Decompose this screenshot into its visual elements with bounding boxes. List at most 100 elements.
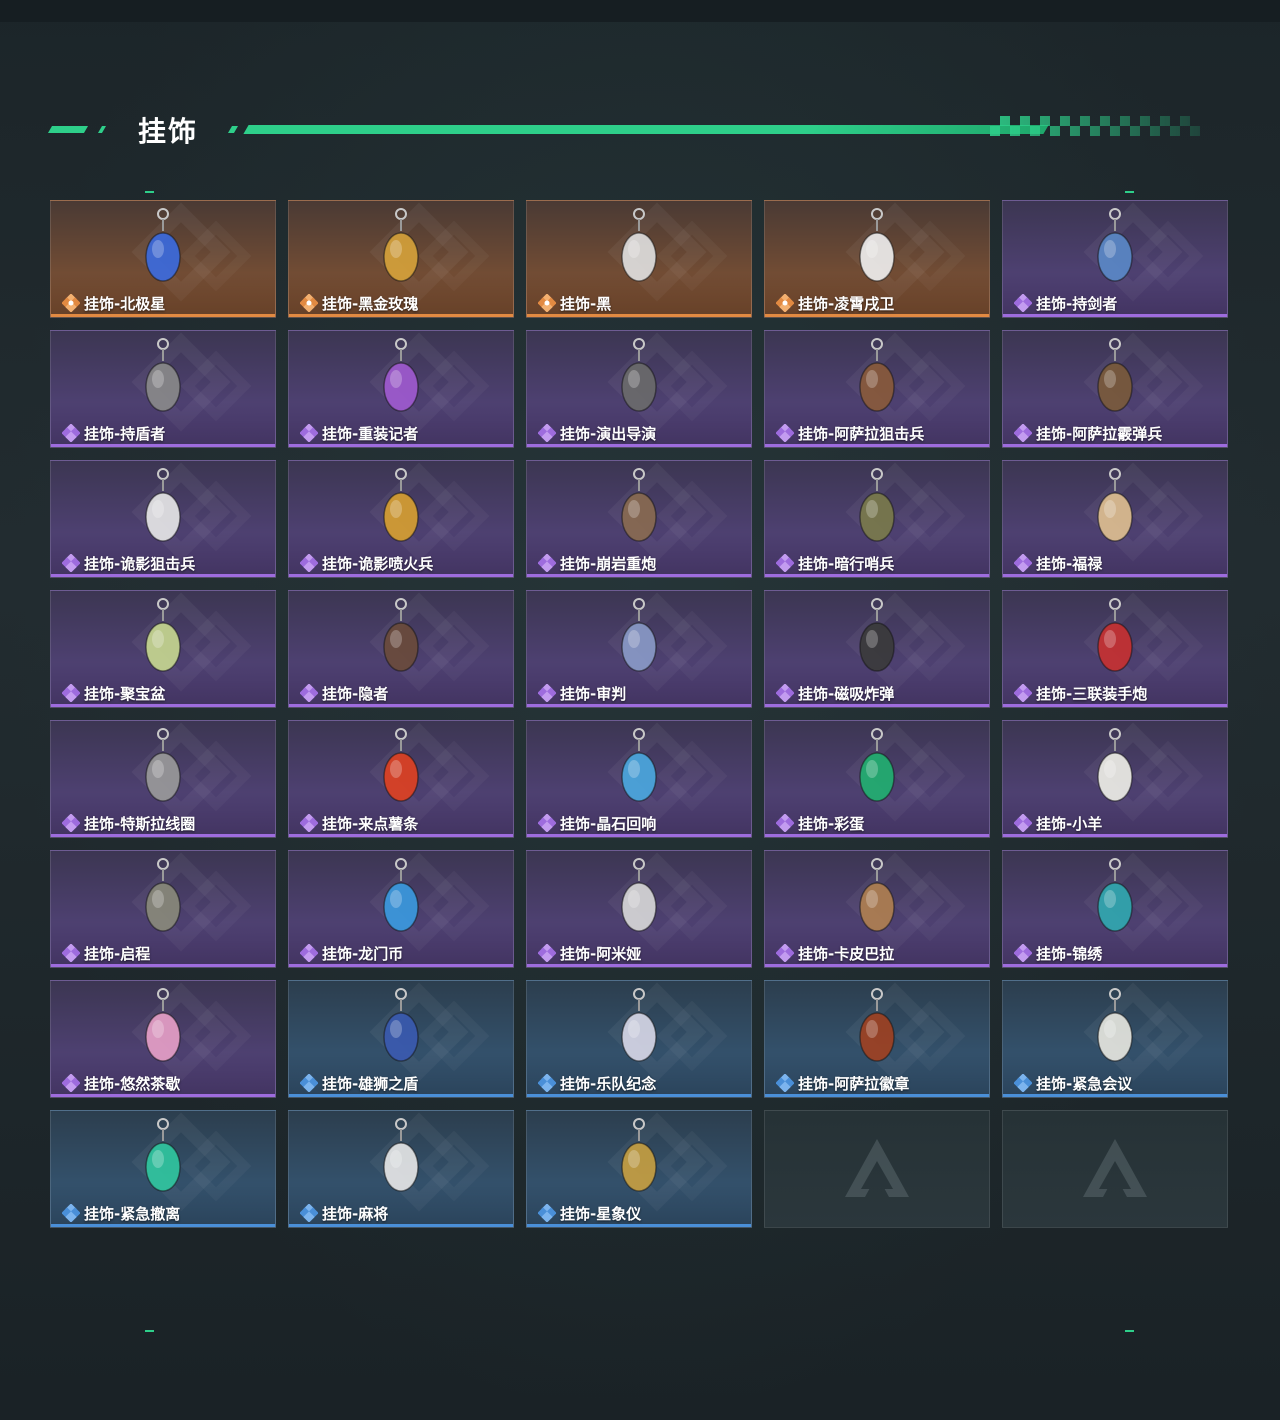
- charm-card[interactable]: 挂饰-三联装手炮: [1002, 590, 1228, 708]
- charm-name: 挂饰-紧急撤离: [84, 1205, 181, 1223]
- charm-card[interactable]: 挂饰-阿萨拉狙击兵: [764, 330, 990, 448]
- charm-card[interactable]: 挂饰-重装记者: [288, 330, 514, 448]
- rarity-bar: [527, 964, 751, 967]
- rarity-purple-icon: [537, 813, 557, 833]
- rarity-bar: [765, 444, 989, 447]
- rarity-purple-icon: [299, 943, 319, 963]
- band-badge-charm: [604, 987, 674, 1067]
- butterfly-charm: [1080, 857, 1150, 937]
- charm-card[interactable]: 挂饰-麻将: [288, 1110, 514, 1228]
- charm-card[interactable]: 挂饰-启程: [50, 850, 276, 968]
- charm-name: 挂饰-阿萨拉狙击兵: [798, 425, 925, 443]
- magnet-bomb-charm: [842, 597, 912, 677]
- charm-card[interactable]: 挂饰-黑: [526, 200, 752, 318]
- charm-card[interactable]: 挂饰-阿萨拉徽章: [764, 980, 990, 1098]
- charm-card[interactable]: 挂饰-锦绣: [1002, 850, 1228, 968]
- charm-card[interactable]: 挂饰-来点薯条: [288, 720, 514, 838]
- charm-card[interactable]: 挂饰-暗行哨兵: [764, 460, 990, 578]
- charm-card[interactable]: 挂饰-紧急会议: [1002, 980, 1228, 1098]
- empty-slot-logo-icon: [837, 1131, 917, 1211]
- charm-name: 挂饰-麻将: [322, 1205, 389, 1223]
- rarity-purple-icon: [537, 943, 557, 963]
- emergency-meeting-charm: [1080, 987, 1150, 1067]
- charm-card[interactable]: 挂饰-特斯拉线圈: [50, 720, 276, 838]
- charm-card[interactable]: 挂饰-聚宝盆: [50, 590, 276, 708]
- charm-card[interactable]: 挂饰-紧急撤离: [50, 1110, 276, 1228]
- charm-card[interactable]: 挂饰-龙门币: [288, 850, 514, 968]
- rarity-purple-icon: [537, 683, 557, 703]
- charm-card[interactable]: 挂饰-磁吸炸弹: [764, 590, 990, 708]
- charm-card[interactable]: 挂饰-雄狮之盾: [288, 980, 514, 1098]
- charm-name: 挂饰-黑: [560, 295, 612, 313]
- charm-card[interactable]: 挂饰-阿萨拉霰弹兵: [1002, 330, 1228, 448]
- charm-card[interactable]: 挂饰-星象仪: [526, 1110, 752, 1228]
- charm-card[interactable]: 挂饰-演出导演: [526, 330, 752, 448]
- charm-card[interactable]: 挂饰-诡影喷火兵: [288, 460, 514, 578]
- rarity-bar: [51, 444, 275, 447]
- charm-card[interactable]: 挂饰-诡影狙击兵: [50, 460, 276, 578]
- mahjong-tile-charm: [366, 1117, 436, 1197]
- capybara-charm: [842, 857, 912, 937]
- rarity-purple-icon: [61, 423, 81, 443]
- charm-card[interactable]: 挂饰-审判: [526, 590, 752, 708]
- rarity-purple-icon: [1013, 813, 1033, 833]
- charm-name: 挂饰-阿萨拉徽章: [798, 1075, 910, 1093]
- ghost-flamer-charm: [366, 467, 436, 547]
- charm-card[interactable]: 挂饰-晶石回响: [526, 720, 752, 838]
- rarity-bar: [765, 964, 989, 967]
- corner-mark-bl: [145, 1330, 154, 1332]
- tesla-coil-charm: [128, 727, 198, 807]
- charm-card[interactable]: 挂饰-凌霄戌卫: [764, 200, 990, 318]
- rarity-purple-icon: [537, 553, 557, 573]
- corner-mark-tl: [145, 191, 154, 193]
- charm-card[interactable]: 挂饰-黑金玫瑰: [288, 200, 514, 318]
- asala-sniper-charm: [842, 337, 912, 417]
- charm-card[interactable]: 挂饰-乐队纪念: [526, 980, 752, 1098]
- rarity-bar: [527, 704, 751, 707]
- charm-card[interactable]: 挂饰-福禄: [1002, 460, 1228, 578]
- charm-card[interactable]: 挂饰-崩岩重炮: [526, 460, 752, 578]
- charm-card[interactable]: 挂饰-北极星: [50, 200, 276, 318]
- charm-card[interactable]: 挂饰-持剑者: [1002, 200, 1228, 318]
- rarity-purple-icon: [775, 943, 795, 963]
- rarity-bar: [765, 314, 989, 317]
- rarity-purple-icon: [775, 553, 795, 573]
- departure-medal-charm: [128, 857, 198, 937]
- rarity-purple-icon: [61, 943, 81, 963]
- charm-name: 挂饰-演出导演: [560, 425, 657, 443]
- rarity-purple-icon: [61, 813, 81, 833]
- charm-card[interactable]: 挂饰-隐者: [288, 590, 514, 708]
- treasure-bowl-charm: [128, 597, 198, 677]
- charm-name: 挂饰-卡皮巴拉: [798, 945, 895, 963]
- charm-card[interactable]: 挂饰-阿米娅: [526, 850, 752, 968]
- sword-bearer-charm: [1080, 207, 1150, 287]
- charm-name: 挂饰-锦绣: [1036, 945, 1103, 963]
- charm-card[interactable]: 挂饰-彩蛋: [764, 720, 990, 838]
- header-accent-bar: [47, 126, 89, 133]
- charm-card[interactable]: 挂饰-卡皮巴拉: [764, 850, 990, 968]
- charm-name: 挂饰-凌霄戌卫: [798, 295, 895, 313]
- amiya-charm: [604, 857, 674, 937]
- charm-card[interactable]: 挂饰-持盾者: [50, 330, 276, 448]
- charm-name: 挂饰-阿萨拉霰弹兵: [1036, 425, 1163, 443]
- asala-badge-charm: [842, 987, 912, 1067]
- rarity-purple-icon: [299, 423, 319, 443]
- charm-name: 挂饰-特斯拉线圈: [84, 815, 196, 833]
- rarity-bar: [51, 314, 275, 317]
- shadow-sentry-charm: [842, 467, 912, 547]
- rarity-bar: [1003, 964, 1227, 967]
- rarity-bar: [1003, 444, 1227, 447]
- blue-star-charm: [128, 207, 198, 287]
- charm-card[interactable]: 挂饰-小羊: [1002, 720, 1228, 838]
- header-accent-tick: [227, 126, 239, 133]
- header-accent-line: [243, 125, 1049, 134]
- rarity-bar: [765, 1094, 989, 1097]
- lion-shield-charm: [366, 987, 436, 1067]
- rarity-bar: [51, 1094, 275, 1097]
- cupcake-charm: [128, 987, 198, 1067]
- charm-name: 挂饰-诡影喷火兵: [322, 555, 434, 573]
- emergency-exit-charm: [128, 1117, 198, 1197]
- rarity-bar: [289, 574, 513, 577]
- charm-card[interactable]: 挂饰-悠然茶歇: [50, 980, 276, 1098]
- rarity-purple-icon: [61, 683, 81, 703]
